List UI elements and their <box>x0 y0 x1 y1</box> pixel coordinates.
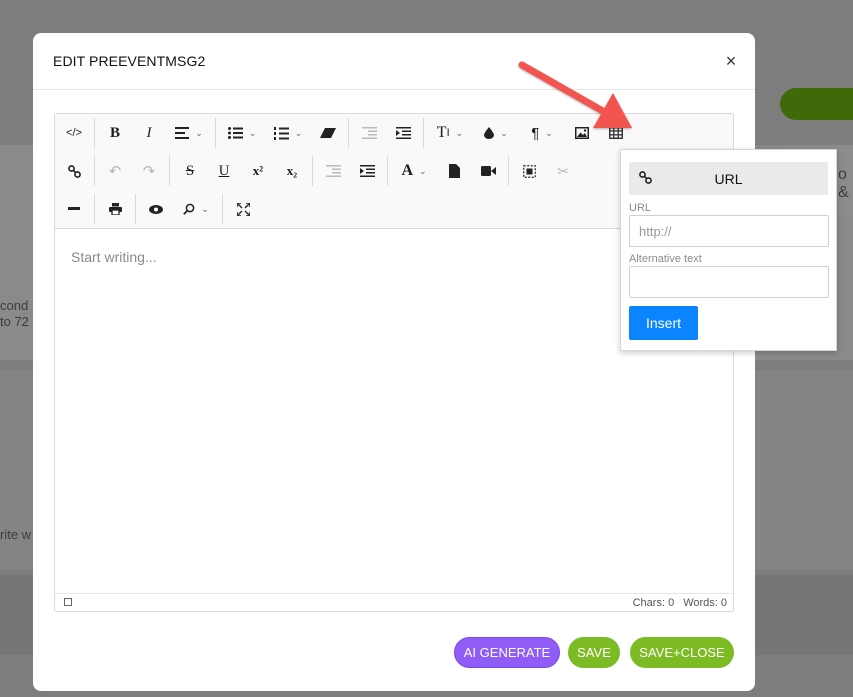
char-count: Chars: 0 <box>632 596 675 609</box>
chevron-down-icon: ⌄ <box>294 127 303 138</box>
underline-icon: U <box>218 162 230 179</box>
chevron-down-icon: ⌄ <box>195 127 203 138</box>
image-insert-popup: URL URL http:// Alternative text Insert <box>620 149 837 351</box>
bold-button[interactable]: B <box>98 118 132 148</box>
eraser-icon <box>320 128 336 138</box>
unordered-list-dropdown[interactable]: ⌄ <box>219 118 265 148</box>
superscript-icon: x² <box>252 163 264 178</box>
chevron-down-icon: ⌄ <box>248 127 257 138</box>
cut-button[interactable]: ✂ <box>546 156 580 186</box>
strikethrough-icon: S <box>185 162 195 179</box>
ordered-list-dropdown[interactable]: ⌄ <box>265 118 311 148</box>
background-text: cond <box>0 298 29 313</box>
indent-icon <box>395 127 411 139</box>
background-text: rite w <box>0 527 32 542</box>
scissors-icon: ✂ <box>557 162 569 179</box>
url-label: URL <box>629 202 652 214</box>
editor-status-bar: Chars: 0 Words: 0 <box>55 593 733 611</box>
alt-text-label: Alternative text <box>629 253 702 265</box>
link-icon <box>67 164 81 178</box>
url-tab[interactable]: URL <box>629 162 828 195</box>
outdent-button[interactable] <box>352 118 386 148</box>
chevron-down-icon: ⌄ <box>419 165 427 176</box>
modal-title: EDIT PREEVENTMSG2 <box>53 53 206 69</box>
video-icon <box>480 166 496 176</box>
chevron-down-icon: ⌄ <box>201 203 209 214</box>
annotation-arrow <box>518 61 632 128</box>
print-icon <box>108 203 122 215</box>
modal-header: EDIT PREEVENTMSG2 × <box>33 33 755 90</box>
horizontal-rule-button[interactable] <box>57 194 91 224</box>
background-text: o & <box>838 166 849 201</box>
background-text: to 72 <box>0 314 29 329</box>
file-button[interactable] <box>437 156 471 186</box>
horizontal-rule-icon <box>68 207 80 210</box>
outdent-icon <box>361 127 377 139</box>
font-color-dropdown[interactable]: A ⌄ <box>391 156 437 186</box>
fullscreen-button[interactable] <box>226 194 260 224</box>
undo-button[interactable]: ↶ <box>98 156 132 186</box>
align-left-icon <box>175 127 190 139</box>
drop-icon <box>484 127 495 139</box>
insert-button[interactable]: Insert <box>629 306 698 340</box>
save-button[interactable]: SAVE <box>568 637 620 668</box>
chevron-down-icon: ⌄ <box>500 127 508 138</box>
font-color-icon: A <box>401 162 413 179</box>
superscript-button[interactable]: x² <box>241 156 275 186</box>
preview-button[interactable] <box>139 194 173 224</box>
indent-icon <box>359 165 375 177</box>
word-count: Words: 0 <box>683 596 727 609</box>
ai-generate-button[interactable]: AI GENERATE <box>454 637 560 668</box>
subscript-button[interactable]: x₂ <box>275 156 309 186</box>
redo-icon: ↷ <box>142 163 156 180</box>
search-icon <box>183 203 195 215</box>
alt-text-input[interactable] <box>629 266 829 298</box>
indent-button[interactable] <box>386 118 420 148</box>
bullet-list-icon <box>227 127 243 139</box>
subscript-icon: x₂ <box>286 163 298 178</box>
align-dropdown[interactable]: ⌄ <box>166 118 212 148</box>
close-icon[interactable]: × <box>721 51 741 72</box>
indent-button[interactable] <box>350 156 384 186</box>
underline-button[interactable]: U <box>207 156 241 186</box>
strikethrough-button[interactable]: S <box>173 156 207 186</box>
chevron-down-icon: ⌄ <box>455 127 464 138</box>
find-dropdown[interactable]: ⌄ <box>173 194 219 224</box>
url-tab-label: URL <box>714 170 743 187</box>
outdent-icon <box>325 165 341 177</box>
video-button[interactable] <box>471 156 505 186</box>
eraser-button[interactable] <box>311 118 345 148</box>
link-button[interactable] <box>57 156 91 186</box>
code-icon: </> <box>66 127 82 139</box>
fullscreen-icon <box>236 202 250 216</box>
print-button[interactable] <box>98 194 132 224</box>
background-green-button <box>780 88 853 120</box>
bold-icon: B <box>109 124 120 141</box>
file-icon <box>448 164 460 178</box>
font-size-dropdown[interactable]: T I ⌄ <box>427 118 473 148</box>
font-size-icon: T <box>436 124 447 141</box>
edit-modal: EDIT PREEVENTMSG2 × </> B I ⌄ ⌄ ⌄ T I ⌄ … <box>33 33 755 691</box>
numbered-list-icon <box>273 126 289 140</box>
italic-button[interactable]: I <box>132 118 166 148</box>
link-icon <box>639 171 652 187</box>
outdent-button[interactable] <box>316 156 350 186</box>
select-all-icon <box>522 164 536 178</box>
source-code-button[interactable]: </> <box>57 118 91 148</box>
select-all-button[interactable] <box>512 156 546 186</box>
resize-grid-icon <box>64 598 72 606</box>
undo-icon: ↶ <box>108 163 122 180</box>
eye-icon <box>149 204 163 214</box>
redo-button[interactable]: ↷ <box>132 156 166 186</box>
url-input[interactable]: http:// <box>629 215 829 247</box>
save-close-button[interactable]: SAVE+CLOSE <box>630 637 734 668</box>
italic-icon: I <box>146 124 152 141</box>
